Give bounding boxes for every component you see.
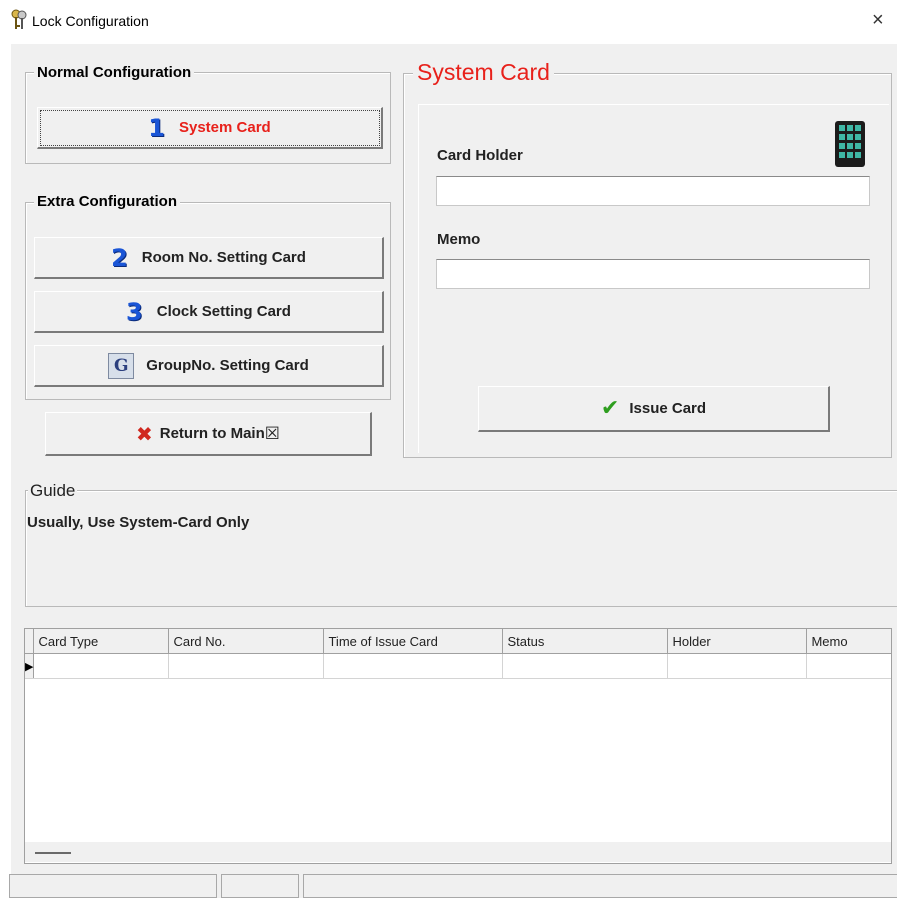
guide-group xyxy=(25,490,897,607)
extra-config-legend: Extra Configuration xyxy=(34,193,181,210)
normal-config-legend: Normal Configuration xyxy=(34,64,195,81)
guide-legend: Guide xyxy=(28,481,78,501)
card-holder-label: Card Holder xyxy=(437,147,523,164)
system-card-button-label: System Card xyxy=(178,119,271,136)
system-card-button[interactable]: 1 System Card xyxy=(37,107,383,149)
cell-memo[interactable] xyxy=(806,653,891,679)
room-no-setting-card-label: Room No. Setting Card xyxy=(141,249,306,266)
issue-card-label: Issue Card xyxy=(629,400,707,417)
title-bar: Lock Configuration × xyxy=(0,0,897,44)
number-three-icon: 3 xyxy=(126,297,143,326)
cell-time-of-issue-card[interactable] xyxy=(323,653,504,679)
groupno-setting-card-label: GroupNo. Setting Card xyxy=(146,357,309,374)
column-card-type[interactable]: Card Type xyxy=(33,629,170,654)
check-icon: ✔ xyxy=(600,396,620,421)
keypad-icon xyxy=(835,121,865,167)
return-to-main-button[interactable]: ✖ Return to Main ☒ xyxy=(45,412,372,456)
cell-status[interactable] xyxy=(502,653,669,679)
shortcut-box-icon: ☒ xyxy=(264,423,280,444)
card-table: Card Type Card No. Time of Issue Card St… xyxy=(25,629,891,679)
scrollbar-thumb[interactable] xyxy=(35,852,71,854)
window-edge xyxy=(0,44,11,898)
card-table-container: Card Type Card No. Time of Issue Card St… xyxy=(24,628,892,864)
horizontal-scrollbar[interactable] xyxy=(25,842,891,862)
number-one-icon: 1 xyxy=(148,113,165,142)
column-time-of-issue-card[interactable]: Time of Issue Card xyxy=(323,629,504,654)
row-indicator-header xyxy=(25,629,35,654)
table-header-row: Card Type Card No. Time of Issue Card St… xyxy=(25,629,891,654)
column-memo[interactable]: Memo xyxy=(806,629,891,654)
table-row[interactable]: ▶ xyxy=(25,653,891,679)
room-no-setting-card-button[interactable]: 2 Room No. Setting Card xyxy=(34,237,384,279)
group-g-icon: G xyxy=(108,352,135,379)
memo-field[interactable] xyxy=(436,259,870,289)
clock-setting-card-label: Clock Setting Card xyxy=(156,303,291,320)
keys-icon xyxy=(11,9,27,29)
window-title: Lock Configuration xyxy=(32,13,149,29)
issue-card-button[interactable]: ✔ Issue Card xyxy=(478,386,830,432)
status-panel-1 xyxy=(9,874,217,898)
memo-label: Memo xyxy=(437,231,481,248)
clock-setting-card-button[interactable]: 3 Clock Setting Card xyxy=(34,291,384,333)
status-panel-3 xyxy=(303,874,897,898)
number-two-icon: 2 xyxy=(111,243,128,272)
column-card-no[interactable]: Card No. xyxy=(168,629,325,654)
return-to-main-label: Return to Main xyxy=(159,425,265,442)
status-panel-2 xyxy=(221,874,299,898)
cross-icon: ✖ xyxy=(135,421,153,446)
row-indicator: ▶ xyxy=(25,653,35,679)
cell-card-no[interactable] xyxy=(168,653,325,679)
card-holder-field[interactable] xyxy=(436,176,870,206)
cell-card-type[interactable] xyxy=(33,653,170,679)
guide-text: Usually, Use System-Card Only xyxy=(27,514,250,531)
system-card-panel-title: System Card xyxy=(413,59,554,86)
cell-holder[interactable] xyxy=(667,653,808,679)
column-status[interactable]: Status xyxy=(502,629,669,654)
groupno-setting-card-button[interactable]: G GroupNo. Setting Card xyxy=(34,345,384,387)
close-icon[interactable]: × xyxy=(872,9,884,32)
column-holder[interactable]: Holder xyxy=(667,629,808,654)
